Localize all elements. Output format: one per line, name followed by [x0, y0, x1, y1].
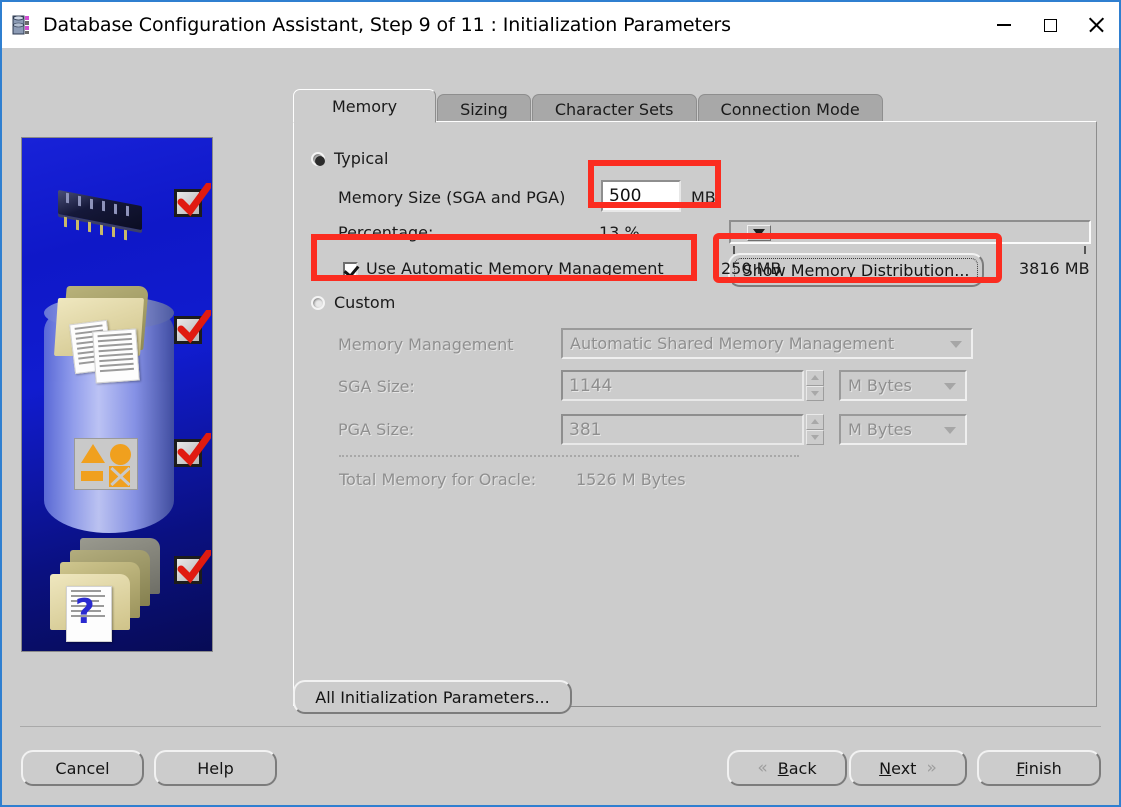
database-icon	[12, 14, 34, 36]
wizard-illustration: ?	[21, 137, 213, 652]
memory-management-label: Memory Management	[338, 335, 514, 354]
chevron-down-icon	[944, 382, 956, 390]
sga-size-unit-value: M Bytes	[848, 376, 912, 395]
memory-management-value: Automatic Shared Memory Management	[570, 334, 895, 353]
automatic-memory-management-checkbox[interactable]	[343, 262, 358, 277]
pga-size-input[interactable]: 381	[561, 414, 804, 445]
finish-label: Finish	[1016, 758, 1062, 778]
slider-tick-max	[1084, 246, 1086, 254]
minimize-button[interactable]	[981, 2, 1027, 48]
percentage-label: Percentage:	[338, 223, 434, 242]
back-label: Back	[777, 758, 817, 778]
custom-radio[interactable]	[311, 296, 325, 310]
total-memory-label: Total Memory for Oracle:	[339, 470, 537, 489]
finish-button[interactable]: Finish	[977, 750, 1101, 786]
spinner-down-icon[interactable]	[806, 429, 824, 445]
section-separator	[339, 455, 799, 457]
typical-radio[interactable]	[311, 152, 325, 166]
sga-size-value: 1144	[569, 375, 613, 396]
slider-max-label: 3816 MB	[1019, 259, 1090, 278]
typical-radio-label: Typical	[334, 149, 389, 168]
back-button[interactable]: « Back	[727, 750, 847, 786]
all-initialization-parameters-button[interactable]: All Initialization Parameters...	[293, 680, 572, 714]
memory-size-slider[interactable]	[729, 220, 1091, 244]
close-button[interactable]	[1073, 2, 1119, 48]
minimize-icon	[997, 24, 1011, 26]
step-check-icon	[174, 310, 211, 347]
application-window: Database Configuration Assistant, Step 9…	[0, 0, 1121, 807]
tab-character-sets[interactable]: Character Sets	[531, 94, 697, 123]
help-button[interactable]: Help	[154, 750, 277, 786]
step-check-icon	[174, 550, 211, 587]
tab-memory[interactable]: Memory	[293, 89, 437, 123]
finish-label-rest: inish	[1024, 758, 1062, 778]
window-title: Database Configuration Assistant, Step 9…	[43, 14, 731, 36]
tab-label: Memory	[332, 96, 398, 116]
chevron-down-icon	[944, 426, 956, 434]
memory-size-unit-label: MB	[691, 188, 716, 207]
spinner-down-icon[interactable]	[806, 385, 824, 401]
step-check-icon	[174, 433, 211, 470]
slider-tick-min	[733, 246, 735, 254]
back-label-rest: ack	[788, 758, 817, 778]
slider-min-label: 250 MB	[721, 259, 782, 278]
tab-sizing[interactable]: Sizing	[437, 94, 531, 123]
title-bar: Database Configuration Assistant, Step 9…	[2, 2, 1119, 48]
cancel-button[interactable]: Cancel	[21, 750, 144, 786]
slider-thumb[interactable]	[747, 225, 771, 241]
maximize-icon	[1043, 18, 1057, 32]
pga-size-spinner[interactable]	[806, 414, 824, 445]
pga-size-label: PGA Size:	[338, 420, 415, 439]
footer-separator	[20, 726, 1101, 727]
chevron-down-icon	[950, 340, 962, 348]
tab-label: Character Sets	[554, 99, 674, 119]
folder-stack-graphic: ?	[46, 538, 166, 642]
dialog-body: ? Memory Sizing Character Sets Connectio…	[2, 48, 1119, 805]
next-label-rest: ext	[891, 758, 917, 778]
memory-tab-panel: Typical Memory Size (SGA and PGA) 500 MB…	[293, 121, 1097, 707]
help-label: Help	[197, 758, 234, 778]
spinner-up-icon[interactable]	[806, 370, 824, 386]
percentage-value: 13 %	[599, 223, 640, 242]
sga-size-label: SGA Size:	[338, 377, 415, 396]
cancel-label: Cancel	[55, 758, 110, 778]
memory-size-value: 500	[609, 186, 642, 206]
objects-tile-graphic	[74, 438, 138, 490]
chevron-left-icon: «	[757, 758, 768, 778]
step-check-icon	[174, 183, 211, 220]
sga-size-unit-combo[interactable]: M Bytes	[839, 370, 967, 401]
tab-label: Sizing	[460, 99, 508, 119]
pga-size-unit-value: M Bytes	[848, 420, 912, 439]
memory-size-input[interactable]: 500	[601, 180, 681, 212]
spinner-up-icon[interactable]	[806, 414, 824, 430]
tab-connection-mode[interactable]: Connection Mode	[697, 94, 883, 123]
tab-label: Connection Mode	[720, 99, 860, 119]
tab-strip: Memory Sizing Character Sets Connection …	[293, 89, 884, 123]
memory-size-label: Memory Size (SGA and PGA)	[338, 188, 566, 207]
close-icon	[1088, 17, 1104, 33]
memory-management-combo[interactable]: Automatic Shared Memory Management	[561, 328, 973, 359]
sga-size-spinner[interactable]	[806, 370, 824, 401]
folder-documents-graphic	[50, 286, 160, 386]
pga-size-value: 381	[569, 419, 602, 440]
total-memory-value: 1526 M Bytes	[576, 470, 686, 489]
window-controls	[981, 2, 1119, 48]
next-label: Next	[879, 758, 917, 778]
next-button[interactable]: Next »	[849, 750, 967, 786]
chip-graphic	[46, 189, 150, 241]
custom-radio-label: Custom	[334, 293, 396, 312]
maximize-button[interactable]	[1027, 2, 1073, 48]
chevron-right-icon: »	[926, 758, 937, 778]
sga-size-input[interactable]: 1144	[561, 370, 804, 401]
all-initialization-parameters-label: All Initialization Parameters...	[315, 687, 550, 707]
automatic-memory-management-label: Use Automatic Memory Management	[366, 259, 664, 278]
pga-size-unit-combo[interactable]: M Bytes	[839, 414, 967, 445]
